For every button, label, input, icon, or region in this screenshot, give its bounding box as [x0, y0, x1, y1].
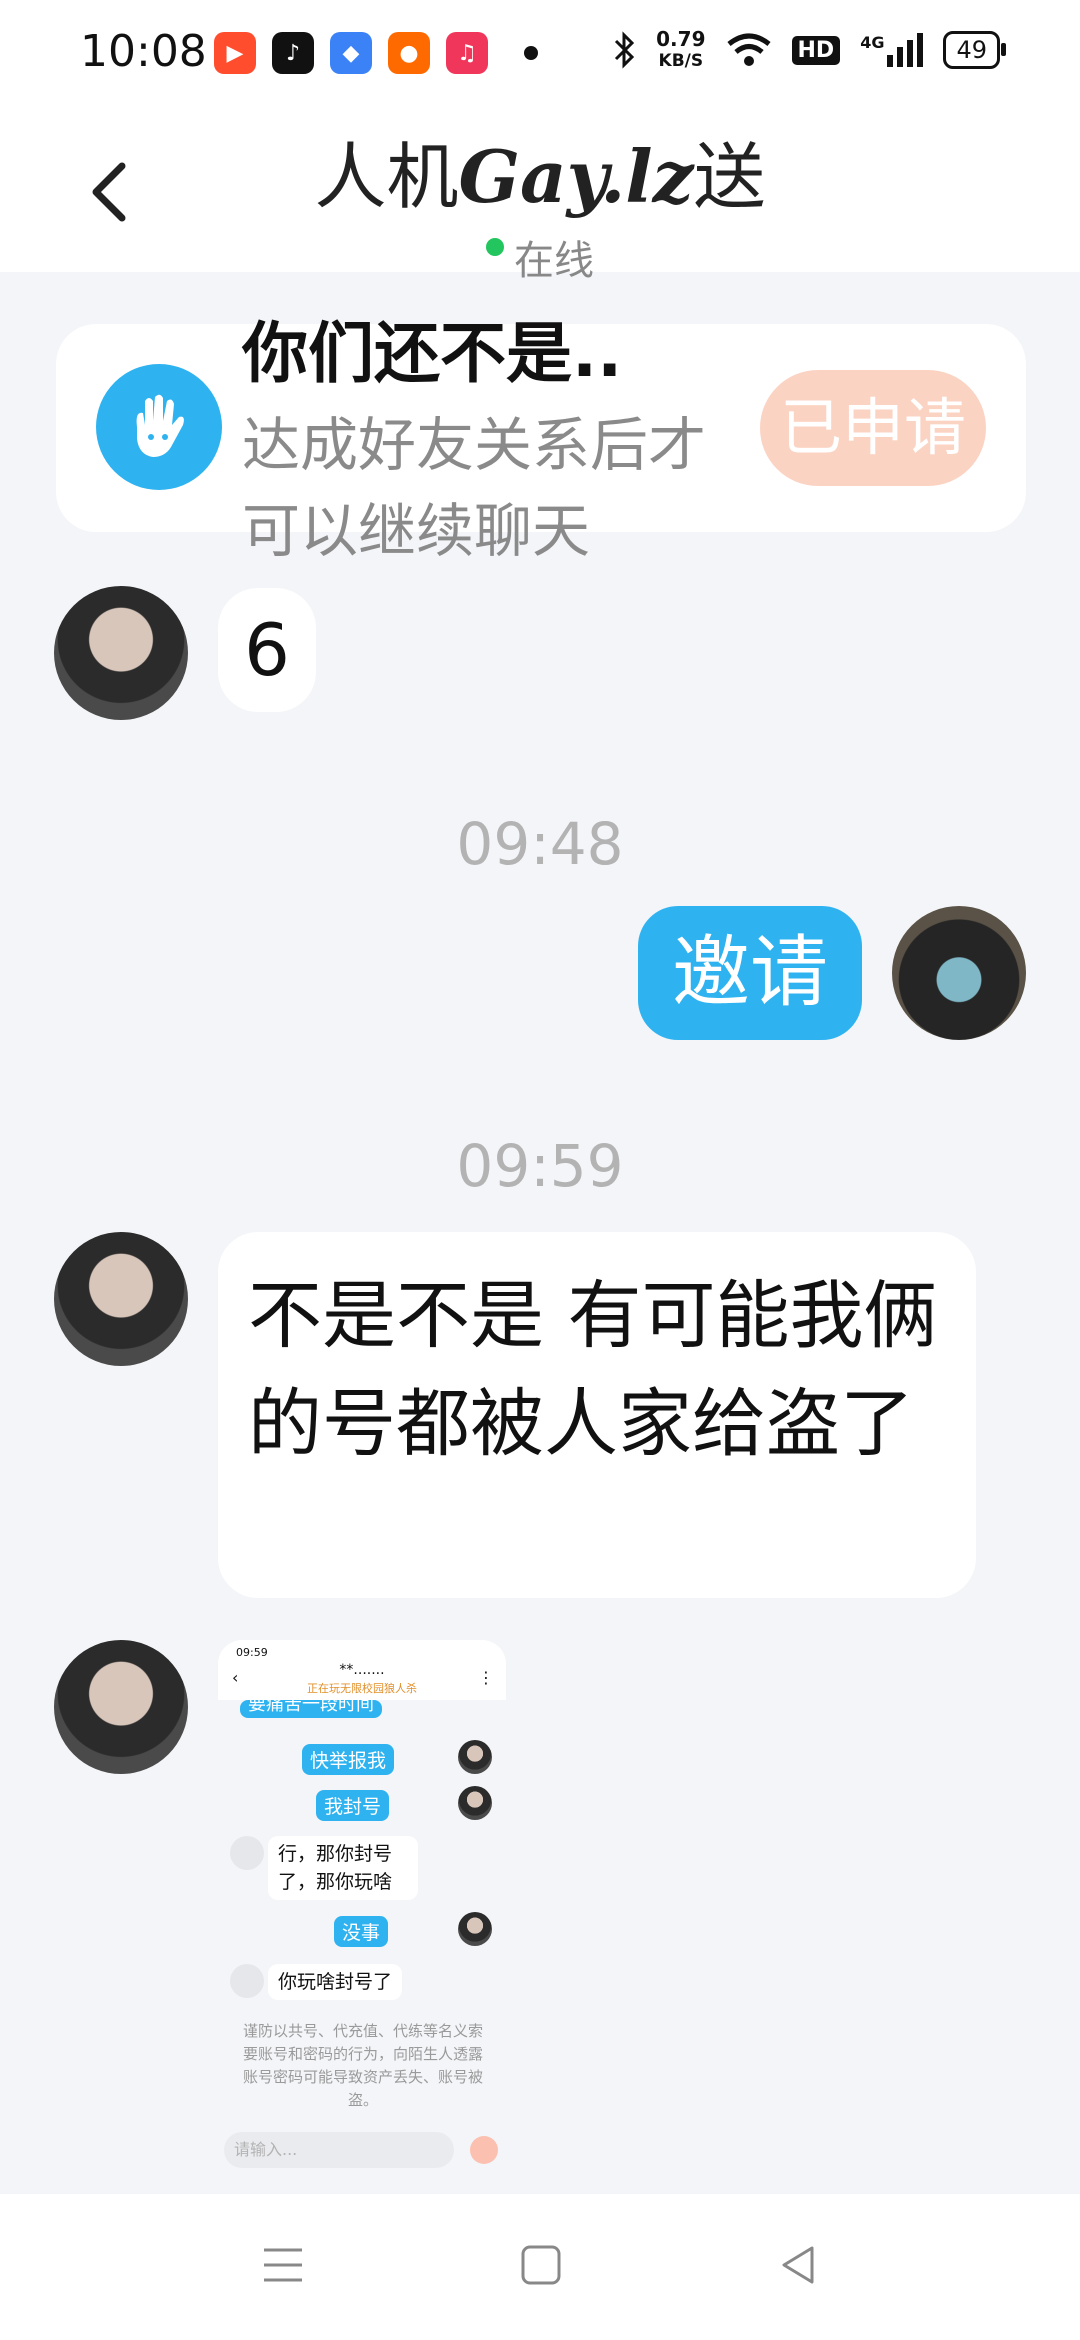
back-nav-icon[interactable]	[774, 2240, 824, 2290]
wifi-icon	[726, 33, 771, 66]
contact-avatar[interactable]	[54, 1640, 188, 1774]
banner-title: 你们还不是..	[242, 315, 623, 392]
shot-avatar	[458, 1912, 492, 1946]
contact-avatar[interactable]	[54, 586, 188, 720]
menu-icon[interactable]	[258, 2240, 308, 2290]
timestamp: 09:59	[456, 1132, 624, 1200]
status-right: 0.79 KB/S HD 4G 49	[612, 27, 1006, 72]
home-icon[interactable]	[516, 2240, 566, 2290]
shot-bubble: 你玩啥封号了	[268, 1964, 403, 2000]
network-speed: 0.79 KB/S	[656, 27, 706, 71]
my-avatar[interactable]	[892, 906, 1026, 1040]
message-bubble[interactable]: 不是不是 有可能我俩的号都被人家给盗了	[218, 1232, 976, 1598]
shot-subtitle: 正在玩无限校园狼人杀	[307, 1682, 417, 1695]
applied-button[interactable]: 已申请	[760, 370, 986, 486]
shot-time: 09:59	[236, 1646, 268, 1659]
shot-bubble: 没事	[334, 1916, 389, 1947]
shot-more-icon: ⋮	[478, 1668, 494, 1687]
invite-bubble[interactable]: 邀请	[638, 906, 862, 1040]
chat-title: 人机Gay.lz送	[314, 134, 766, 219]
shot-title: **.......	[339, 1662, 385, 1678]
shot-bubble: 我封号	[316, 1790, 390, 1821]
music-icon: ♫	[446, 32, 488, 74]
video-app-icon: ▶	[214, 32, 256, 74]
shot-warning: 谨防以共号、代充值、代练等名义索要账号和密码的行为，向陌生人透露账号密码可能导致…	[242, 2022, 483, 2109]
timestamp: 09:48	[456, 810, 624, 878]
shot-avatar	[230, 1964, 264, 1998]
tiktok-icon: ♪	[272, 32, 314, 74]
status-time: 10:08	[80, 26, 207, 77]
shot-avatar	[230, 1836, 264, 1870]
cell-signal-icon: 4G	[860, 33, 924, 67]
kuaishou-icon: ●	[388, 32, 430, 74]
shot-bubble: 行，那你封号了，那你玩啥	[268, 1836, 418, 1900]
shot-avatar	[458, 1740, 492, 1774]
shot-bubble: 快举报我	[302, 1744, 395, 1775]
shot-avatar	[458, 1786, 492, 1820]
shot-partial-bubble: 要痛苦一段时间	[240, 1700, 382, 1718]
hand-wave-icon	[96, 364, 222, 490]
online-dot	[486, 238, 504, 256]
bluetooth-icon	[615, 31, 635, 69]
notification-dot	[524, 46, 538, 60]
message-bubble[interactable]: 6	[218, 588, 316, 712]
battery-icon: 49	[943, 31, 1006, 69]
shot-send-icon	[470, 2136, 498, 2164]
banner-subtitle: 达成好友关系后才可以继续聊天	[242, 411, 707, 565]
online-status: 在线	[0, 228, 1080, 286]
contact-avatar[interactable]	[54, 1232, 188, 1366]
browser-icon: ◆	[330, 32, 372, 74]
shot-input: 请输入...	[224, 2132, 454, 2168]
hd-badge: HD	[791, 35, 841, 65]
image-message[interactable]: 09:59 ‹ **....... 正在玩无限校园狼人杀 ⋮ 要痛苦一段时间 快…	[218, 1640, 506, 2200]
